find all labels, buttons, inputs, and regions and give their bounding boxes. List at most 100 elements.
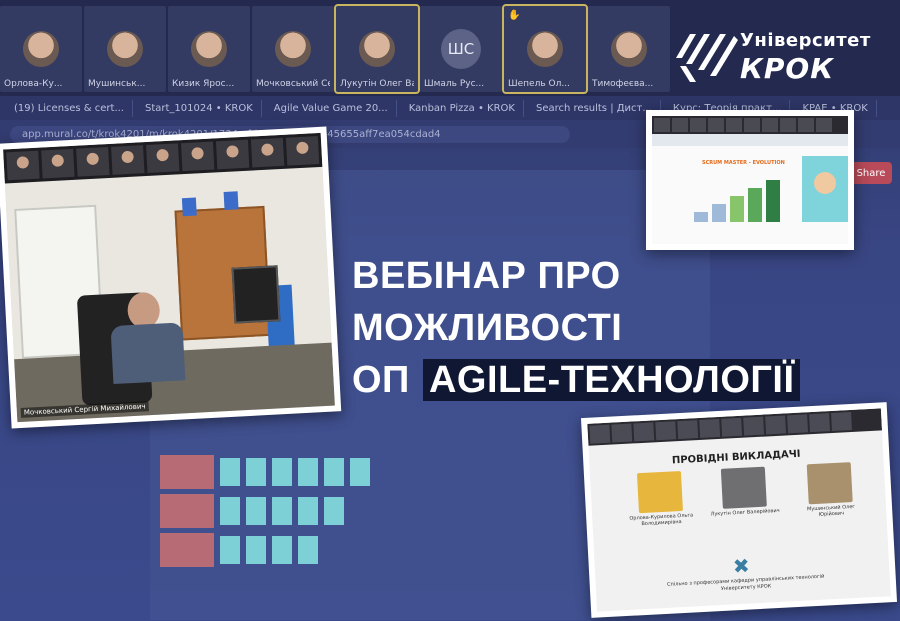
sticky-note	[298, 536, 318, 564]
krok-logo-mark-icon	[676, 34, 738, 82]
participant-name: Кизик Ярос...	[172, 79, 235, 89]
video-thumb	[809, 413, 830, 433]
lecturer-card: Орлова-Курилова Ольга Володимирівна	[624, 470, 697, 528]
board-row-label	[160, 494, 214, 528]
sticky-note	[298, 497, 318, 525]
browser-tab[interactable]: Agile Value Game 20...	[266, 99, 397, 117]
video-thumb	[708, 118, 724, 132]
video-thumb	[250, 137, 285, 168]
headline-highlight: AGILE-ТЕХНОЛОГІЇ	[422, 359, 801, 401]
video-thumb	[672, 118, 688, 132]
participant-tile[interactable]: Мушинськ...	[84, 6, 166, 92]
video-thumb	[633, 422, 655, 442]
sticky-note	[272, 497, 292, 525]
video-thumb	[111, 145, 145, 175]
step	[748, 188, 762, 222]
video-thumb	[654, 118, 670, 132]
cross-icon: ✖	[732, 553, 751, 579]
participant-name: Мушинськ...	[88, 79, 146, 89]
video-thumb	[787, 414, 809, 434]
video-thumb	[743, 416, 765, 436]
sticky-note	[246, 497, 266, 525]
avatar-initials: ШС	[441, 29, 481, 69]
browser-bar	[652, 134, 848, 146]
flag	[181, 197, 197, 217]
video-thumb	[180, 141, 215, 172]
step	[694, 212, 708, 222]
video-thumb	[611, 423, 633, 443]
video-thumb	[831, 412, 852, 432]
board-row	[160, 494, 620, 528]
browser-tab[interactable]: Start_101024 • KROK	[137, 99, 262, 117]
video-thumb	[780, 118, 796, 132]
board-row	[160, 455, 620, 489]
headline: ВЕБІНАР ПРО МОЖЛИВОСТІ ОП AGILE-ТЕХНОЛОГ…	[352, 250, 801, 406]
video-thumb	[285, 136, 320, 166]
board-row-label	[160, 533, 214, 567]
krok-logo: Університет КРОК	[676, 30, 876, 86]
video-strip	[652, 116, 848, 134]
video-thumb	[721, 417, 743, 437]
video-thumb	[677, 420, 699, 440]
participant-tile[interactable]: Орлова-Ку...	[0, 6, 82, 92]
video-thumb	[6, 150, 40, 181]
video-thumb	[76, 147, 110, 177]
lecturer-photo	[720, 466, 767, 509]
video-thumb	[215, 139, 250, 170]
video-thumb	[762, 118, 778, 132]
headline-line-2: МОЖЛИВОСТІ	[352, 307, 623, 349]
participant-tile[interactable]: Тимофеєва...	[588, 6, 670, 92]
avatar	[275, 31, 311, 67]
participant-tile[interactable]: Кизик Ярос...	[168, 6, 250, 92]
participant-name: Шепель Ол...	[508, 79, 570, 89]
evolution-steps	[694, 172, 794, 222]
avatar	[611, 31, 647, 67]
sticky-note	[220, 497, 240, 525]
participant-name: Тимофеєва...	[592, 79, 654, 89]
headline-line-3: ОП AGILE-ТЕХНОЛОГІЇ	[352, 354, 801, 406]
lecturer-name: Орлова-Курилова Ольга Володимирівна	[629, 512, 694, 528]
step	[766, 180, 780, 222]
video-thumb	[726, 118, 742, 132]
photo-content: SCRUM MASTER - EVOLUTION	[652, 116, 848, 244]
monitor	[231, 265, 281, 324]
share-button[interactable]: Share	[850, 162, 892, 184]
slide-title: SCRUM MASTER - EVOLUTION	[702, 160, 785, 166]
video-thumb	[41, 148, 75, 179]
participant-name: Лукутін Олег Ва...	[340, 79, 414, 89]
avatar	[107, 31, 143, 67]
video-thumb	[146, 143, 180, 173]
sticky-note	[272, 458, 292, 486]
sticky-note	[272, 536, 292, 564]
video-thumb	[690, 118, 706, 132]
photo-lecturer-office: Мочковський Сергій Михайлович	[0, 126, 342, 429]
lecturer-photo	[636, 470, 683, 514]
flag	[223, 191, 239, 211]
sticky-note	[324, 458, 344, 486]
sticky-note	[298, 458, 318, 486]
step	[712, 204, 726, 222]
browser-tab[interactable]: (19) Licenses & cert...	[6, 99, 133, 117]
sticky-note	[324, 497, 344, 525]
raised-hand-icon: ✋	[508, 10, 521, 21]
board-row-label	[160, 455, 214, 489]
participant-tile[interactable]: Мочковський Се...	[252, 6, 334, 92]
lecturer-name: Мушинський Олег Юрійович	[806, 503, 856, 518]
participant-tile[interactable]: ШС Шмаль Рус...	[420, 6, 502, 92]
video-thumb	[589, 424, 611, 444]
participant-name: Орлова-Ку...	[4, 79, 63, 89]
sticky-note	[220, 458, 240, 486]
participant-tile-active[interactable]: ✋ Шепель Ол...	[502, 4, 588, 94]
video-thumb	[816, 118, 832, 132]
video-thumb	[744, 118, 760, 132]
avatar	[814, 172, 836, 194]
lecturer-name: Лукутін Олег Валерійович	[710, 507, 780, 518]
browser-tab[interactable]: Kanban Pizza • KROK	[401, 99, 524, 117]
avatar	[23, 31, 59, 67]
headline-line-1: ВЕБІНАР ПРО	[352, 255, 621, 297]
browser-tab[interactable]: Search results | Дист...	[528, 99, 661, 117]
participant-name: Шмаль Рус...	[424, 79, 485, 89]
sticky-note	[246, 458, 266, 486]
participant-tile-active[interactable]: Лукутін Олег Ва...	[334, 4, 420, 94]
photo-scrum-slide: SCRUM MASTER - EVOLUTION	[646, 110, 854, 250]
